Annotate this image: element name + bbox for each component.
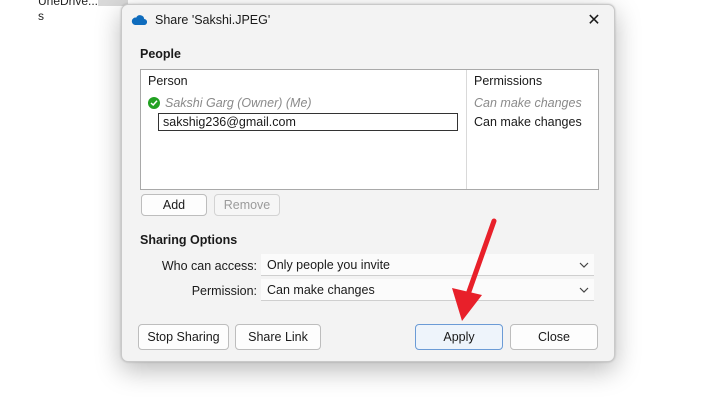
column-header-permissions[interactable]: Permissions <box>474 74 542 88</box>
owner-permission: Can make changes <box>474 96 582 110</box>
permission-value: Can make changes <box>267 283 375 297</box>
close-icon[interactable]: ✕ <box>580 8 608 34</box>
invitee-permission[interactable]: Can make changes <box>474 115 582 129</box>
check-circle-icon <box>148 97 160 109</box>
owner-name: Sakshi Garg (Owner) (Me) <box>165 96 312 110</box>
share-dialog: Share 'Sakshi.JPEG' ✕ People Person Perm… <box>121 4 615 362</box>
permission-select[interactable]: Can make changes <box>261 279 594 301</box>
people-section-label: People <box>140 47 181 61</box>
close-button[interactable]: Close <box>510 324 598 350</box>
invitee-email-field[interactable]: sakshig236@gmail.com <box>158 113 458 131</box>
who-can-access-select[interactable]: Only people you invite <box>261 254 594 276</box>
background-window: UneDrive... s <box>0 0 120 416</box>
cloud-icon <box>131 14 148 26</box>
sharing-options-label: Sharing Options <box>140 233 238 247</box>
who-can-access-label: Who can access: <box>161 259 257 273</box>
owner-row[interactable]: Sakshi Garg (Owner) (Me) <box>148 96 312 110</box>
dialog-title: Share 'Sakshi.JPEG' <box>155 13 271 27</box>
permission-label: Permission: <box>191 284 257 298</box>
people-list[interactable]: Person Permissions Sakshi Garg (Owner) (… <box>140 69 599 190</box>
share-link-button[interactable]: Share Link <box>235 324 321 350</box>
add-button[interactable]: Add <box>141 194 207 216</box>
column-divider[interactable] <box>466 70 467 189</box>
apply-button[interactable]: Apply <box>415 324 503 350</box>
who-can-access-value: Only people you invite <box>267 258 390 272</box>
remove-button[interactable]: Remove <box>214 194 280 216</box>
background-label: UneDrive... <box>38 0 99 8</box>
background-label-fragment: s <box>38 9 44 23</box>
chevron-down-icon <box>578 255 590 275</box>
chevron-down-icon <box>578 280 590 300</box>
stop-sharing-button[interactable]: Stop Sharing <box>138 324 229 350</box>
dialog-titlebar[interactable]: Share 'Sakshi.JPEG' ✕ <box>122 5 614 37</box>
column-header-person[interactable]: Person <box>148 74 188 88</box>
